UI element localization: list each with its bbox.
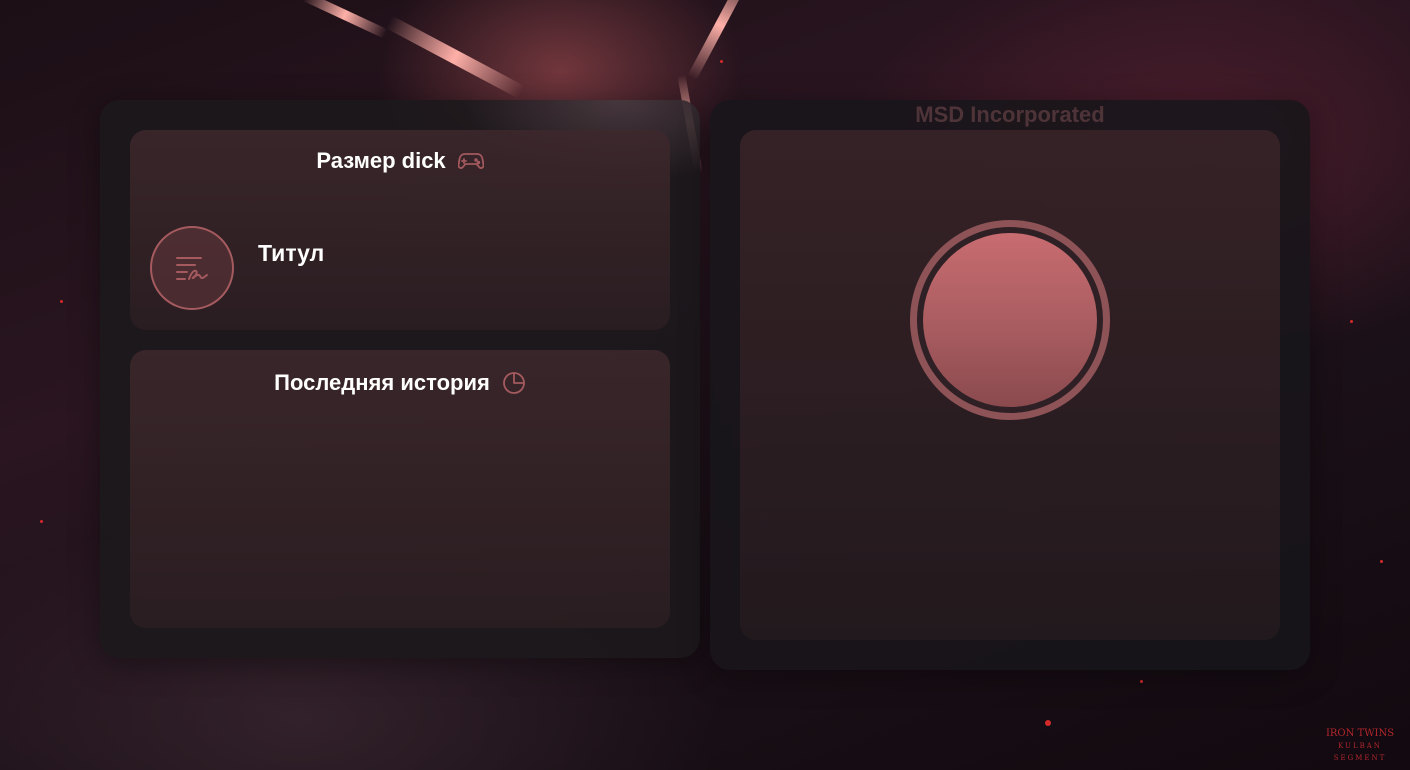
size-card-header: Размер dick: [130, 148, 670, 174]
action-button[interactable]: [923, 233, 1097, 407]
action-card: [740, 130, 1280, 640]
size-card-title: Размер dick: [316, 148, 446, 173]
ember: [1380, 560, 1383, 563]
signature-icon: [175, 253, 209, 283]
history-card-title: Последняя история: [274, 370, 490, 395]
right-panel: MSD Incorporated: [710, 100, 1310, 670]
ember: [1045, 720, 1051, 726]
gamepad-icon: [457, 150, 484, 172]
size-card: Размер dick Титул: [130, 130, 670, 330]
action-button-ring: [910, 220, 1110, 420]
ember: [1140, 680, 1143, 683]
ember: [40, 520, 43, 523]
watermark-logo: IRON TWINS KULBAN SEGMENT: [1310, 728, 1410, 764]
title-label: Титул: [258, 240, 325, 266]
ember: [1350, 320, 1353, 323]
pie-chart-icon: [502, 371, 526, 395]
light-streak: [687, 0, 753, 81]
left-panel: Размер dick Титул Последняя история: [100, 100, 700, 658]
light-streak: [385, 15, 525, 99]
watermark-line2: KULBAN SEGMENT: [1333, 742, 1387, 762]
ember: [60, 300, 63, 303]
title-badge[interactable]: [150, 226, 234, 310]
brand-name: MSD Incorporated: [915, 102, 1105, 127]
light-streak: [302, 0, 388, 39]
history-card: Последняя история: [130, 350, 670, 628]
action-button-gap: [917, 227, 1103, 413]
ember: [720, 60, 723, 63]
history-card-header: Последняя история: [130, 370, 670, 396]
watermark-line1: IRON TWINS: [1325, 728, 1395, 739]
